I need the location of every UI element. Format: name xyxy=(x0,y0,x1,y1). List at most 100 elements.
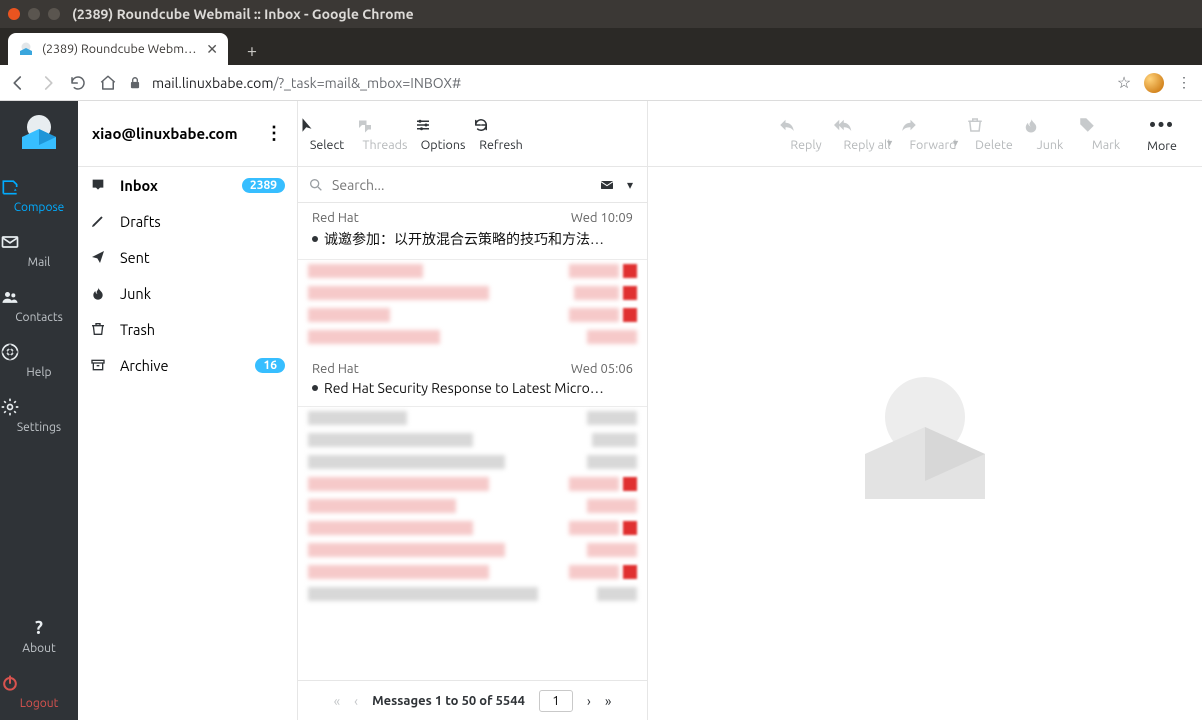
browser-tabstrip: (2389) Roundcube Webm… ✕ + xyxy=(0,28,1202,65)
tls-lock-icon[interactable] xyxy=(128,76,142,90)
toolbar-label: Reply xyxy=(790,138,821,152)
sliders-icon xyxy=(414,116,472,134)
window-minimize-button[interactable] xyxy=(28,8,40,20)
rail-settings[interactable]: Settings xyxy=(0,389,78,444)
tab-title: (2389) Roundcube Webm… xyxy=(42,42,198,56)
bookmark-star-icon[interactable]: ☆ xyxy=(1114,73,1134,93)
fire-icon xyxy=(1022,116,1078,134)
rail-label: Logout xyxy=(20,697,59,710)
rail-about[interactable]: ? About xyxy=(0,610,78,665)
reply-all-icon xyxy=(834,116,900,134)
toolbar-label: Delete xyxy=(975,138,1013,152)
preview-pane: Reply Reply all ▼ Forward ▼ Delete Junk xyxy=(648,101,1202,720)
archive-icon xyxy=(90,357,108,373)
search-scope-icon[interactable] xyxy=(599,177,615,193)
nav-back-icon[interactable] xyxy=(8,73,28,93)
browser-menu-icon[interactable]: ⋮ xyxy=(1174,73,1194,93)
tab-favicon xyxy=(18,41,34,57)
folder-label: Sent xyxy=(120,249,150,266)
pager-next-icon[interactable]: › xyxy=(587,693,591,709)
left-rail: Compose Mail Contacts Help Settings xyxy=(0,101,78,720)
message-subject: Red Hat Security Response to Latest Micr… xyxy=(324,380,604,396)
message-date: Wed 10:09 xyxy=(571,211,633,225)
address-bar[interactable]: mail.linuxbabe.com/?_task=mail&_mbox=INB… xyxy=(152,75,1104,91)
toolbar-label: Options xyxy=(421,138,466,152)
pager-page-input[interactable] xyxy=(539,690,573,712)
pager-prev-icon: ‹ xyxy=(354,693,358,709)
trash-icon xyxy=(90,321,108,337)
folder-drafts[interactable]: Drafts xyxy=(78,203,297,239)
window-close-button[interactable] xyxy=(8,8,20,20)
tab-close-icon[interactable]: ✕ xyxy=(206,41,218,58)
unread-dot-icon xyxy=(312,385,318,391)
contacts-icon xyxy=(0,287,78,307)
search-row: ▾ xyxy=(298,167,647,203)
folder-pane: xiao@linuxbabe.com ⋮ Inbox 2389 Drafts S… xyxy=(78,101,298,720)
rail-label: Mail xyxy=(28,256,51,269)
message-list[interactable]: Red Hat Wed 10:09 诚邀参加：以开放混合云策略的技巧和方法… R… xyxy=(298,203,647,680)
folder-archive[interactable]: Archive 16 xyxy=(78,347,297,383)
toolbar-label: Junk xyxy=(1037,138,1064,152)
nav-home-icon[interactable] xyxy=(98,73,118,93)
account-menu-icon[interactable]: ⋮ xyxy=(265,123,283,144)
folder-inbox[interactable]: Inbox 2389 xyxy=(78,167,297,203)
reply-icon xyxy=(778,116,834,134)
gear-icon xyxy=(0,397,78,417)
chevron-down-icon: ▼ xyxy=(885,138,894,148)
toolbar-select[interactable]: Select xyxy=(298,116,356,152)
window-maximize-button[interactable] xyxy=(48,8,60,20)
rail-logout[interactable]: Logout xyxy=(0,665,78,720)
message-from: Red Hat xyxy=(312,362,359,376)
pager: « ‹ Messages 1 to 50 of 5544 › » xyxy=(298,680,647,720)
search-options-caret-icon[interactable]: ▾ xyxy=(623,178,637,192)
toolbar-refresh[interactable]: Refresh xyxy=(472,116,530,152)
power-icon xyxy=(0,673,78,693)
redacted-block xyxy=(298,407,647,611)
fire-icon xyxy=(90,285,108,301)
roundcube-watermark-icon xyxy=(840,359,1010,529)
rail-label: Contacts xyxy=(15,311,63,324)
browser-tab[interactable]: (2389) Roundcube Webm… ✕ xyxy=(8,33,228,65)
folder-trash[interactable]: Trash xyxy=(78,311,297,347)
search-input[interactable] xyxy=(332,177,591,193)
toolbar-label: Reply all xyxy=(843,138,890,152)
folder-label: Drafts xyxy=(120,213,161,230)
pager-text: Messages 1 to 50 of 5544 xyxy=(372,694,525,708)
more-icon: ••• xyxy=(1134,115,1190,135)
rail-label: Help xyxy=(26,366,51,379)
rail-help[interactable]: Help xyxy=(0,334,78,389)
help-icon xyxy=(0,342,78,362)
folder-sent[interactable]: Sent xyxy=(78,239,297,275)
toolbar-reply-all: Reply all ▼ xyxy=(834,116,900,152)
pager-last-icon[interactable]: » xyxy=(605,693,612,709)
empty-preview xyxy=(648,167,1202,720)
preview-toolbar: Reply Reply all ▼ Forward ▼ Delete Junk xyxy=(648,101,1202,167)
roundcube-app: Compose Mail Contacts Help Settings xyxy=(0,101,1202,720)
toolbar-more[interactable]: ••• More xyxy=(1134,115,1190,153)
rail-contacts[interactable]: Contacts xyxy=(0,279,78,334)
toolbar-label: More xyxy=(1147,139,1177,153)
new-tab-button[interactable]: + xyxy=(238,37,266,65)
account-header: xiao@linuxbabe.com ⋮ xyxy=(78,101,297,167)
url-host: mail.linuxbabe.com xyxy=(152,75,273,91)
message-date: Wed 05:06 xyxy=(571,362,633,376)
extension-icon[interactable] xyxy=(1144,73,1164,93)
toolbar-forward: Forward ▼ xyxy=(900,116,966,152)
folder-junk[interactable]: Junk xyxy=(78,275,297,311)
folder-label: Archive xyxy=(120,357,168,374)
nav-reload-icon[interactable] xyxy=(68,73,88,93)
rail-compose[interactable]: Compose xyxy=(0,169,78,224)
browser-omnibar: mail.linuxbabe.com/?_task=mail&_mbox=INB… xyxy=(0,65,1202,101)
toolbar-options[interactable]: Options xyxy=(414,116,472,152)
pager-first-icon: « xyxy=(334,693,341,709)
message-item[interactable]: Red Hat Wed 05:06 Red Hat Security Respo… xyxy=(298,354,647,407)
os-window-title: (2389) Roundcube Webmail :: Inbox - Goog… xyxy=(72,6,414,22)
message-from: Red Hat xyxy=(312,211,359,225)
rail-mail[interactable]: Mail xyxy=(0,224,78,279)
rail-label: About xyxy=(22,642,55,655)
message-item[interactable]: Red Hat Wed 10:09 诚邀参加：以开放混合云策略的技巧和方法… xyxy=(298,203,647,260)
mail-icon xyxy=(0,232,78,252)
compose-icon xyxy=(0,177,78,197)
question-icon: ? xyxy=(0,618,78,638)
inbox-icon xyxy=(90,177,108,193)
